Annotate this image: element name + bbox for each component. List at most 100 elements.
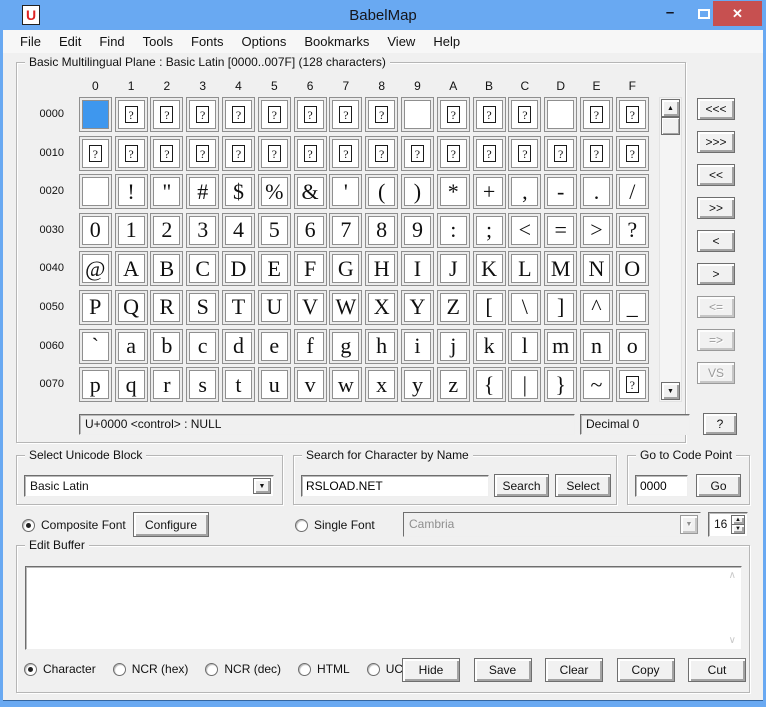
- grid-cell-004C[interactable]: L: [508, 251, 541, 286]
- title-bar[interactable]: U BabelMap – ✕: [0, 0, 766, 30]
- grid-cell-0043[interactable]: C: [186, 251, 219, 286]
- copy-button[interactable]: Copy: [617, 658, 675, 682]
- grid-cell-001F[interactable]: ?: [616, 136, 649, 171]
- grid-cell-004D[interactable]: M: [544, 251, 577, 286]
- grid-cell-0051[interactable]: Q: [115, 290, 148, 325]
- mode-radio-character[interactable]: Character: [24, 662, 96, 676]
- grid-cell-0038[interactable]: 8: [365, 213, 398, 248]
- grid-cell-0059[interactable]: Y: [401, 290, 434, 325]
- menu-tools[interactable]: Tools: [134, 30, 182, 53]
- chevron-down-icon[interactable]: ▼: [253, 478, 271, 494]
- grid-cell-0053[interactable]: S: [186, 290, 219, 325]
- clear-button[interactable]: Clear: [545, 658, 603, 682]
- grid-cell-0052[interactable]: R: [150, 290, 183, 325]
- grid-cell-003A[interactable]: :: [437, 213, 470, 248]
- menu-find[interactable]: Find: [90, 30, 133, 53]
- grid-cell-001E[interactable]: ?: [580, 136, 613, 171]
- grid-cell-006B[interactable]: k: [473, 329, 506, 364]
- grid-cell-0020[interactable]: [79, 174, 112, 209]
- grid-cell-0021[interactable]: !: [115, 174, 148, 209]
- grid-cell-0017[interactable]: ?: [329, 136, 362, 171]
- grid-cell-0069[interactable]: i: [401, 329, 434, 364]
- grid-cell-0025[interactable]: %: [258, 174, 291, 209]
- grid-cell-002C[interactable]: ,: [508, 174, 541, 209]
- nav-button-2[interactable]: <<: [697, 164, 735, 186]
- grid-cell-000E[interactable]: ?: [580, 97, 613, 132]
- menu-file[interactable]: File: [11, 30, 50, 53]
- grid-cell-0048[interactable]: H: [365, 251, 398, 286]
- select-button[interactable]: Select: [555, 474, 611, 497]
- grid-cell-0047[interactable]: G: [329, 251, 362, 286]
- grid-cell-0075[interactable]: u: [258, 367, 291, 402]
- menu-options[interactable]: Options: [233, 30, 296, 53]
- nav-button-1[interactable]: >>>: [697, 131, 735, 153]
- mode-radio-html[interactable]: HTML: [298, 662, 350, 676]
- grid-cell-001C[interactable]: ?: [508, 136, 541, 171]
- grid-cell-0046[interactable]: F: [294, 251, 327, 286]
- grid-cell-0014[interactable]: ?: [222, 136, 255, 171]
- grid-cell-001A[interactable]: ?: [437, 136, 470, 171]
- grid-cell-0035[interactable]: 5: [258, 213, 291, 248]
- search-input[interactable]: [301, 475, 489, 497]
- grid-cell-0000[interactable]: [79, 97, 112, 132]
- grid-cell-0068[interactable]: h: [365, 329, 398, 364]
- menu-view[interactable]: View: [378, 30, 424, 53]
- grid-cell-0062[interactable]: b: [150, 329, 183, 364]
- grid-cell-003F[interactable]: ?: [616, 213, 649, 248]
- grid-cell-006F[interactable]: o: [616, 329, 649, 364]
- grid-cell-0024[interactable]: $: [222, 174, 255, 209]
- go-button[interactable]: Go: [696, 474, 741, 497]
- grid-cell-0049[interactable]: I: [401, 251, 434, 286]
- block-combobox[interactable]: Basic Latin ▼: [24, 475, 274, 497]
- nav-button-0[interactable]: <<<: [697, 98, 735, 120]
- grid-cell-0044[interactable]: D: [222, 251, 255, 286]
- grid-cell-006E[interactable]: n: [580, 329, 613, 364]
- grid-cell-0016[interactable]: ?: [294, 136, 327, 171]
- grid-cell-007D[interactable]: }: [544, 367, 577, 402]
- grid-cell-005F[interactable]: _: [616, 290, 649, 325]
- nav-button-5[interactable]: >: [697, 263, 735, 285]
- grid-cell-0042[interactable]: B: [150, 251, 183, 286]
- grid-cell-006A[interactable]: j: [437, 329, 470, 364]
- grid-cell-004F[interactable]: O: [616, 251, 649, 286]
- menu-help[interactable]: Help: [424, 30, 469, 53]
- grid-cell-005A[interactable]: Z: [437, 290, 470, 325]
- grid-cell-000D[interactable]: [544, 97, 577, 132]
- grid-cell-007B[interactable]: {: [473, 367, 506, 402]
- grid-cell-003E[interactable]: >: [580, 213, 613, 248]
- font-size-stepper[interactable]: 16 ▲ ▼: [708, 512, 748, 537]
- grid-cell-0006[interactable]: ?: [294, 97, 327, 132]
- codepoint-input[interactable]: [635, 475, 688, 497]
- grid-cell-0064[interactable]: d: [222, 329, 255, 364]
- grid-cell-0060[interactable]: `: [79, 329, 112, 364]
- grid-cell-002B[interactable]: +: [473, 174, 506, 209]
- grid-cell-0012[interactable]: ?: [150, 136, 183, 171]
- stepper-down-icon[interactable]: ▼: [731, 524, 745, 534]
- grid-cell-0079[interactable]: y: [401, 367, 434, 402]
- grid-cell-0076[interactable]: v: [294, 367, 327, 402]
- grid-cell-007C[interactable]: |: [508, 367, 541, 402]
- grid-cell-0002[interactable]: ?: [150, 97, 183, 132]
- save-button[interactable]: Save: [474, 658, 532, 682]
- grid-cell-0005[interactable]: ?: [258, 97, 291, 132]
- grid-cell-007F[interactable]: ?: [616, 367, 649, 402]
- grid-cell-000B[interactable]: ?: [473, 97, 506, 132]
- grid-cell-0026[interactable]: &: [294, 174, 327, 209]
- cut-button[interactable]: Cut: [688, 658, 746, 682]
- grid-cell-0022[interactable]: ": [150, 174, 183, 209]
- hide-button[interactable]: Hide: [402, 658, 460, 682]
- grid-cell-002A[interactable]: *: [437, 174, 470, 209]
- grid-scrollbar[interactable]: ▲ ▼: [659, 97, 682, 402]
- grid-cell-0023[interactable]: #: [186, 174, 219, 209]
- grid-cell-002E[interactable]: .: [580, 174, 613, 209]
- grid-cell-0034[interactable]: 4: [222, 213, 255, 248]
- grid-cell-0004[interactable]: ?: [222, 97, 255, 132]
- grid-cell-0018[interactable]: ?: [365, 136, 398, 171]
- nav-button-4[interactable]: <: [697, 230, 735, 252]
- configure-button[interactable]: Configure: [133, 512, 209, 537]
- search-button[interactable]: Search: [494, 474, 549, 497]
- grid-cell-006D[interactable]: m: [544, 329, 577, 364]
- grid-cell-0009[interactable]: [401, 97, 434, 132]
- grid-cell-005D[interactable]: ]: [544, 290, 577, 325]
- composite-font-radio[interactable]: Composite Font: [22, 518, 126, 532]
